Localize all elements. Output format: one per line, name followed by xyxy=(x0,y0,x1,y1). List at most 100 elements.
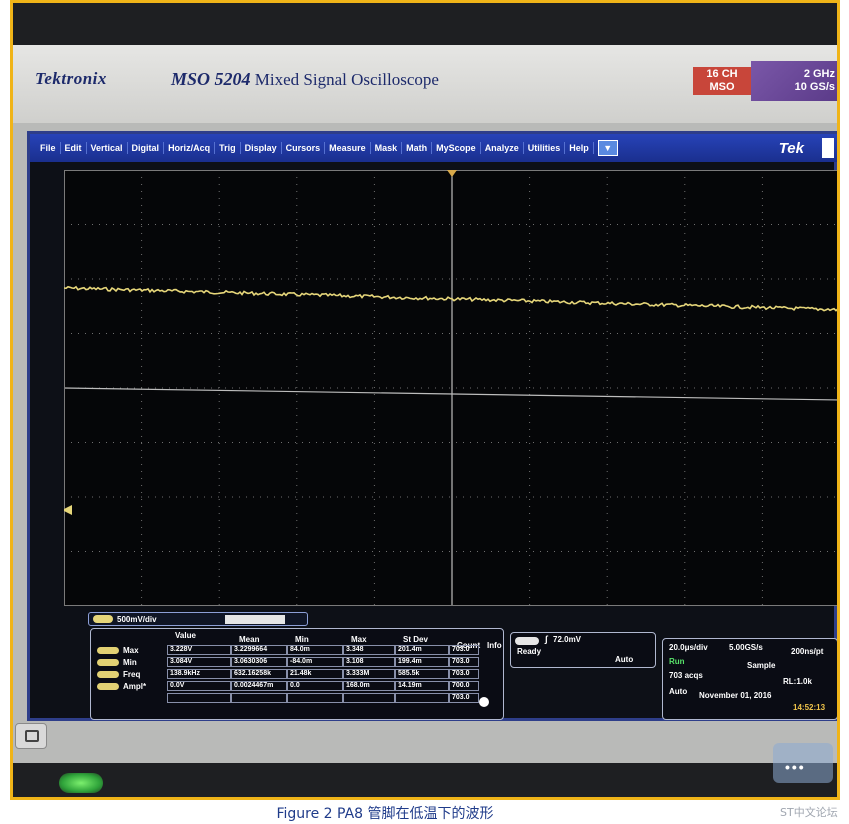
acquisition-count: 703 acqs xyxy=(669,671,703,680)
print-icon xyxy=(25,730,39,742)
timebase: 20.0μs/div xyxy=(669,643,708,652)
measurement-cell: 632.16258k xyxy=(231,669,287,679)
resolution: 200ns/pt xyxy=(791,647,824,656)
measurement-info-icon[interactable] xyxy=(479,697,489,707)
measurement-header-mean: Mean xyxy=(239,635,260,644)
measurement-cell: 21.48k xyxy=(287,669,343,679)
measurement-header-info: Info xyxy=(487,641,502,650)
menu-item-file[interactable]: File xyxy=(36,142,61,154)
measurement-row-label: Max xyxy=(123,646,139,655)
measurement-cell xyxy=(167,693,231,703)
measurement-header-value: Value xyxy=(175,631,196,640)
channel-scale-label: 500mV/div xyxy=(117,615,157,624)
menu-item-vertical[interactable]: Vertical xyxy=(87,142,128,154)
measurement-cell: 138.9kHz xyxy=(167,669,231,679)
menu-dropdown-button[interactable]: ▼ xyxy=(597,140,618,156)
channel-badge-line2: MSO xyxy=(709,81,735,93)
measurement-row-label: Freq xyxy=(123,670,141,679)
menu-bar: File Edit Vertical Digital Horiz/Acq Trig Disp… xyxy=(30,134,837,162)
measurement-cell: 3.0630306 xyxy=(231,657,287,667)
measurement-cell: 3.084V xyxy=(167,657,231,667)
measurement-cell: 700.0 xyxy=(449,681,479,691)
measurement-source-pill[interactable] xyxy=(97,647,119,654)
measurement-cell: 201.4m xyxy=(395,645,449,655)
model-label: MSO 5204 Mixed Signal Oscilloscope xyxy=(171,69,439,90)
figure-caption: Figure 2 PA8 管脚在低温下的波形 xyxy=(276,806,494,822)
menu-item-horiz-acq[interactable]: Horiz/Acq xyxy=(164,142,216,154)
menu-item-myscope[interactable]: MyScope xyxy=(432,142,481,154)
trigger-mode-status: Auto xyxy=(669,687,688,696)
run-state: Run xyxy=(669,657,685,666)
measurement-cell xyxy=(287,693,343,703)
power-led xyxy=(59,773,103,793)
measurement-cell: 0.0 xyxy=(287,681,343,691)
waveform-graticule xyxy=(64,170,837,606)
scope-screen: File Edit Vertical Digital Horiz/Acq Trig Disp… xyxy=(27,131,837,721)
tek-logo: Tek xyxy=(778,140,804,157)
oscilloscope-photo: Tektronix MSO 5204 Mixed Signal Oscillos… xyxy=(10,0,840,800)
menu-item-utilities[interactable]: Utilities xyxy=(524,142,566,154)
measurement-source-pill[interactable] xyxy=(97,659,119,666)
trigger-state: Ready xyxy=(517,647,542,656)
menu-item-analyze[interactable]: Analyze xyxy=(481,142,524,154)
measurement-row-label: Ampl* xyxy=(123,682,147,691)
measurement-cell: 703.0 xyxy=(449,693,479,703)
channel-scale-readout[interactable]: 500mV/div xyxy=(88,612,308,626)
acquisition-readout[interactable]: 20.0μs/div 5.00GS/s 200ns/pt Run Sample … xyxy=(662,638,837,720)
measurement-source-pill[interactable] xyxy=(97,671,119,678)
measurement-panel: Value Mean Min Max St Dev Count Info Max 3.228V 3… xyxy=(90,628,504,720)
measurement-row-label: Min xyxy=(123,658,137,667)
chat-dots-icon: ••• xyxy=(785,759,806,775)
channel-scale-field xyxy=(225,615,285,624)
measurement-header-max: Max xyxy=(351,635,367,644)
bandwidth-badge-line2: 10 GS/s xyxy=(794,81,835,93)
measurement-cell xyxy=(343,693,395,703)
clock-time: 14:52:13 xyxy=(793,703,826,712)
measurement-header-min: Min xyxy=(295,635,309,644)
measurement-cell: 703.0 xyxy=(449,645,479,655)
graticule-svg xyxy=(64,170,837,606)
measurement-cell: 168.0m xyxy=(343,681,395,691)
model-description: Mixed Signal Oscilloscope xyxy=(254,70,439,89)
bandwidth-badge-line1: 2 GHz xyxy=(803,68,835,80)
trigger-edge-icon: ∫ xyxy=(545,634,548,644)
menu-item-display[interactable]: Display xyxy=(241,142,282,154)
menu-item-trig[interactable]: Trig xyxy=(215,142,241,154)
record-length: RL:1.0k xyxy=(783,677,812,686)
measurement-cell xyxy=(231,693,287,703)
trigger-readout[interactable]: ∫ 72.0mV Ready Auto xyxy=(510,632,656,668)
measurement-cell: 3.108 xyxy=(343,657,395,667)
model-number: MSO 5204 xyxy=(171,69,251,89)
trigger-mode: Auto xyxy=(615,655,634,664)
measurement-source-pill[interactable] xyxy=(97,683,119,690)
menu-item-help[interactable]: Help xyxy=(565,142,594,154)
corner-button[interactable] xyxy=(822,138,834,158)
trigger-source-indicator xyxy=(515,637,539,645)
measurement-cell: 0.0024467m xyxy=(231,681,287,691)
menu-item-edit[interactable]: Edit xyxy=(61,142,87,154)
menu-item-cursors[interactable]: Cursors xyxy=(282,142,326,154)
channel-1-ground-marker xyxy=(64,505,72,515)
chat-icon: ••• xyxy=(773,743,833,783)
channel-badge-line1: 16 CH xyxy=(706,68,738,80)
menu-item-digital[interactable]: Digital xyxy=(128,142,165,154)
menu-item-mask[interactable]: Mask xyxy=(371,142,403,154)
menu-item-math[interactable]: Math xyxy=(402,142,433,154)
measurement-header-st-dev: St Dev xyxy=(403,635,428,644)
date: November 01, 2016 xyxy=(699,691,772,700)
menu-item-measure[interactable]: Measure xyxy=(325,142,371,154)
measurement-cell: 3.228V xyxy=(167,645,231,655)
channel-badge: 16 CH MSO xyxy=(693,67,751,95)
measurement-cell xyxy=(395,693,449,703)
sample-mode: Sample xyxy=(747,661,776,670)
measurement-cell: 585.5k xyxy=(395,669,449,679)
brand-logo: Tektronix xyxy=(35,69,107,88)
measurement-cell: 703.0 xyxy=(449,657,479,667)
measurement-cell: 3.348 xyxy=(343,645,395,655)
measurement-cell: 0.0V xyxy=(167,681,231,691)
trigger-position-marker xyxy=(447,170,457,177)
trigger-level: 72.0mV xyxy=(553,635,582,644)
front-panel-button[interactable] xyxy=(15,723,47,749)
measurement-cell: 3.2299664 xyxy=(231,645,287,655)
measurement-cell: 703.0 xyxy=(449,669,479,679)
